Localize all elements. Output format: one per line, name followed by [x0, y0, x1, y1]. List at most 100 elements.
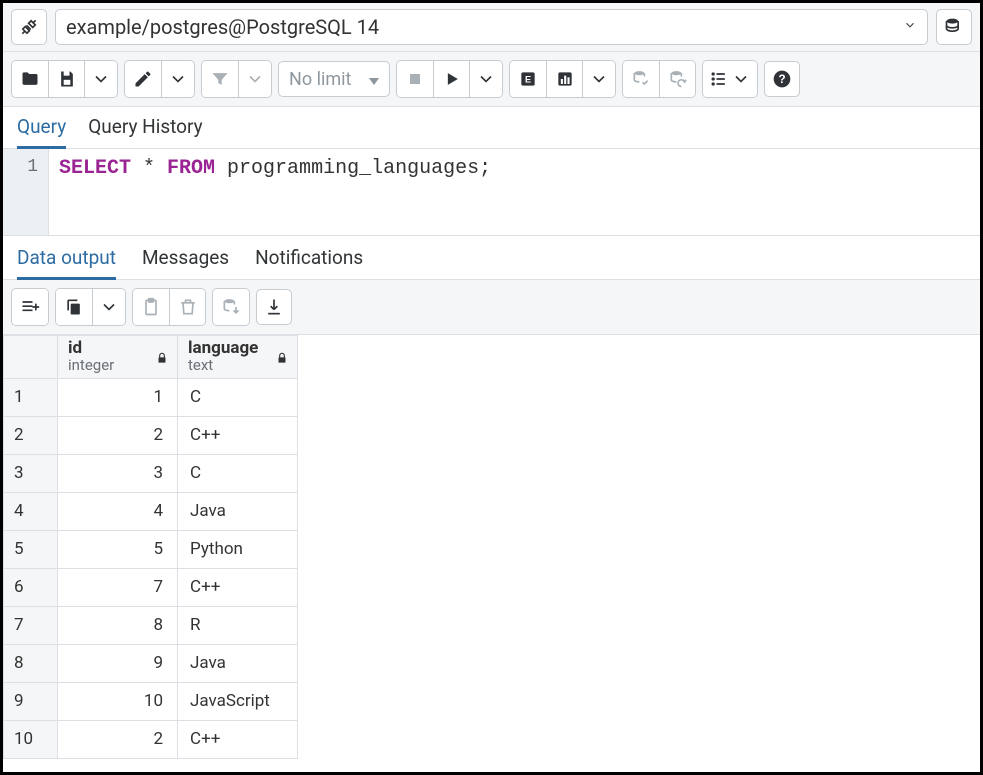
cell-id[interactable]: 2	[58, 416, 178, 454]
tab-data-output[interactable]: Data output	[17, 246, 116, 280]
table-row[interactable]: 22C++	[4, 416, 298, 454]
cell-id[interactable]: 8	[58, 606, 178, 644]
copy-button[interactable]	[56, 289, 92, 325]
cell-language[interactable]: C++	[178, 416, 298, 454]
cell-id[interactable]: 1	[58, 378, 178, 416]
chevron-down-icon	[731, 69, 751, 89]
paste-button[interactable]	[133, 289, 169, 325]
edit-group	[124, 60, 195, 98]
code-area[interactable]: SELECT * FROM programming_languages;	[49, 149, 980, 235]
row-number-cell[interactable]: 5	[4, 530, 58, 568]
cell-language[interactable]: C++	[178, 568, 298, 606]
row-number-cell[interactable]: 7	[4, 606, 58, 644]
row-number-cell[interactable]: 10	[4, 720, 58, 758]
rows-plus-icon	[20, 297, 40, 317]
explain-button[interactable]: E	[510, 61, 546, 97]
connection-status-button[interactable]	[11, 9, 47, 45]
cell-language[interactable]: Java	[178, 644, 298, 682]
row-number-cell[interactable]: 6	[4, 568, 58, 606]
result-grid[interactable]: id integer language text 11C22C++33C44Ja…	[3, 335, 298, 759]
execute-button[interactable]	[433, 61, 469, 97]
table-row[interactable]: 33C	[4, 454, 298, 492]
table-row[interactable]: 78R	[4, 606, 298, 644]
tab-notifications[interactable]: Notifications	[255, 246, 363, 279]
tab-query[interactable]: Query	[17, 115, 66, 149]
chevron-down-icon	[99, 297, 119, 317]
row-number-cell[interactable]: 2	[4, 416, 58, 454]
add-row-button[interactable]	[12, 289, 48, 325]
cell-language[interactable]: Python	[178, 530, 298, 568]
table-row[interactable]: 67C++	[4, 568, 298, 606]
database-check-icon	[631, 69, 651, 89]
line-gutter: 1	[3, 149, 49, 235]
copy-group	[55, 288, 126, 326]
help-button[interactable]: ?	[764, 61, 800, 97]
explain-menu[interactable]	[582, 61, 615, 97]
grid-corner-cell[interactable]	[4, 336, 58, 379]
copy-menu[interactable]	[92, 289, 125, 325]
macros-button[interactable]	[703, 61, 757, 97]
cell-id[interactable]: 3	[58, 454, 178, 492]
edit-button[interactable]	[125, 61, 161, 97]
table-row[interactable]: 910JavaScript	[4, 682, 298, 720]
chevron-down-icon	[168, 69, 188, 89]
save-data-button[interactable]	[213, 289, 249, 325]
cell-language[interactable]: C	[178, 454, 298, 492]
cell-id[interactable]: 10	[58, 682, 178, 720]
rollback-button[interactable]	[659, 61, 695, 97]
table-row[interactable]: 44Java	[4, 492, 298, 530]
trash-icon	[178, 297, 198, 317]
cell-language[interactable]: C	[178, 378, 298, 416]
cell-id[interactable]: 2	[58, 720, 178, 758]
open-file-button[interactable]	[12, 61, 48, 97]
row-number-cell[interactable]: 4	[4, 492, 58, 530]
row-number-cell[interactable]: 1	[4, 378, 58, 416]
commit-button[interactable]	[623, 61, 659, 97]
delete-row-button[interactable]	[169, 289, 205, 325]
cell-id[interactable]: 5	[58, 530, 178, 568]
cell-language[interactable]: R	[178, 606, 298, 644]
column-header-id[interactable]: id integer	[58, 336, 178, 379]
edit-menu[interactable]	[161, 61, 194, 97]
tab-messages[interactable]: Messages	[142, 246, 229, 279]
new-connection-button[interactable]	[936, 9, 972, 45]
row-number-cell[interactable]: 9	[4, 682, 58, 720]
filter-icon	[210, 69, 230, 89]
table-row[interactable]: 55Python	[4, 530, 298, 568]
chevron-down-icon	[91, 69, 111, 89]
sql-keyword: FROM	[167, 157, 215, 180]
cell-id[interactable]: 7	[58, 568, 178, 606]
download-button[interactable]	[256, 289, 292, 325]
row-number-cell[interactable]: 8	[4, 644, 58, 682]
row-number-cell[interactable]: 3	[4, 454, 58, 492]
svg-text:E: E	[525, 74, 531, 84]
table-row[interactable]: 102C++	[4, 720, 298, 758]
database-plus-icon	[944, 17, 964, 37]
explain-analyze-button[interactable]	[546, 61, 582, 97]
filter-button[interactable]	[202, 61, 238, 97]
connection-selector[interactable]: example/postgres@PostgreSQL 14	[55, 9, 928, 45]
caret-down-icon	[369, 69, 379, 90]
help-icon: ?	[772, 69, 792, 89]
row-limit-selector[interactable]: No limit	[278, 61, 390, 97]
filter-menu[interactable]	[238, 61, 271, 97]
cell-id[interactable]: 4	[58, 492, 178, 530]
sql-editor[interactable]: 1 SELECT * FROM programming_languages;	[3, 149, 980, 235]
save-file-button[interactable]	[48, 61, 84, 97]
copy-icon	[64, 297, 84, 317]
tab-query-history[interactable]: Query History	[88, 115, 202, 148]
save-file-menu[interactable]	[84, 61, 117, 97]
grid-header-row: id integer language text	[4, 336, 298, 379]
pencil-icon	[133, 69, 153, 89]
execute-menu[interactable]	[469, 61, 502, 97]
cell-id[interactable]: 9	[58, 644, 178, 682]
cell-language[interactable]: Java	[178, 492, 298, 530]
stop-button[interactable]	[397, 61, 433, 97]
table-row[interactable]: 11C	[4, 378, 298, 416]
cell-language[interactable]: JavaScript	[178, 682, 298, 720]
table-row[interactable]: 89Java	[4, 644, 298, 682]
cell-language[interactable]: C++	[178, 720, 298, 758]
row-limit-label: No limit	[289, 69, 351, 90]
column-header-language[interactable]: language text	[178, 336, 298, 379]
list-icon	[709, 69, 729, 89]
